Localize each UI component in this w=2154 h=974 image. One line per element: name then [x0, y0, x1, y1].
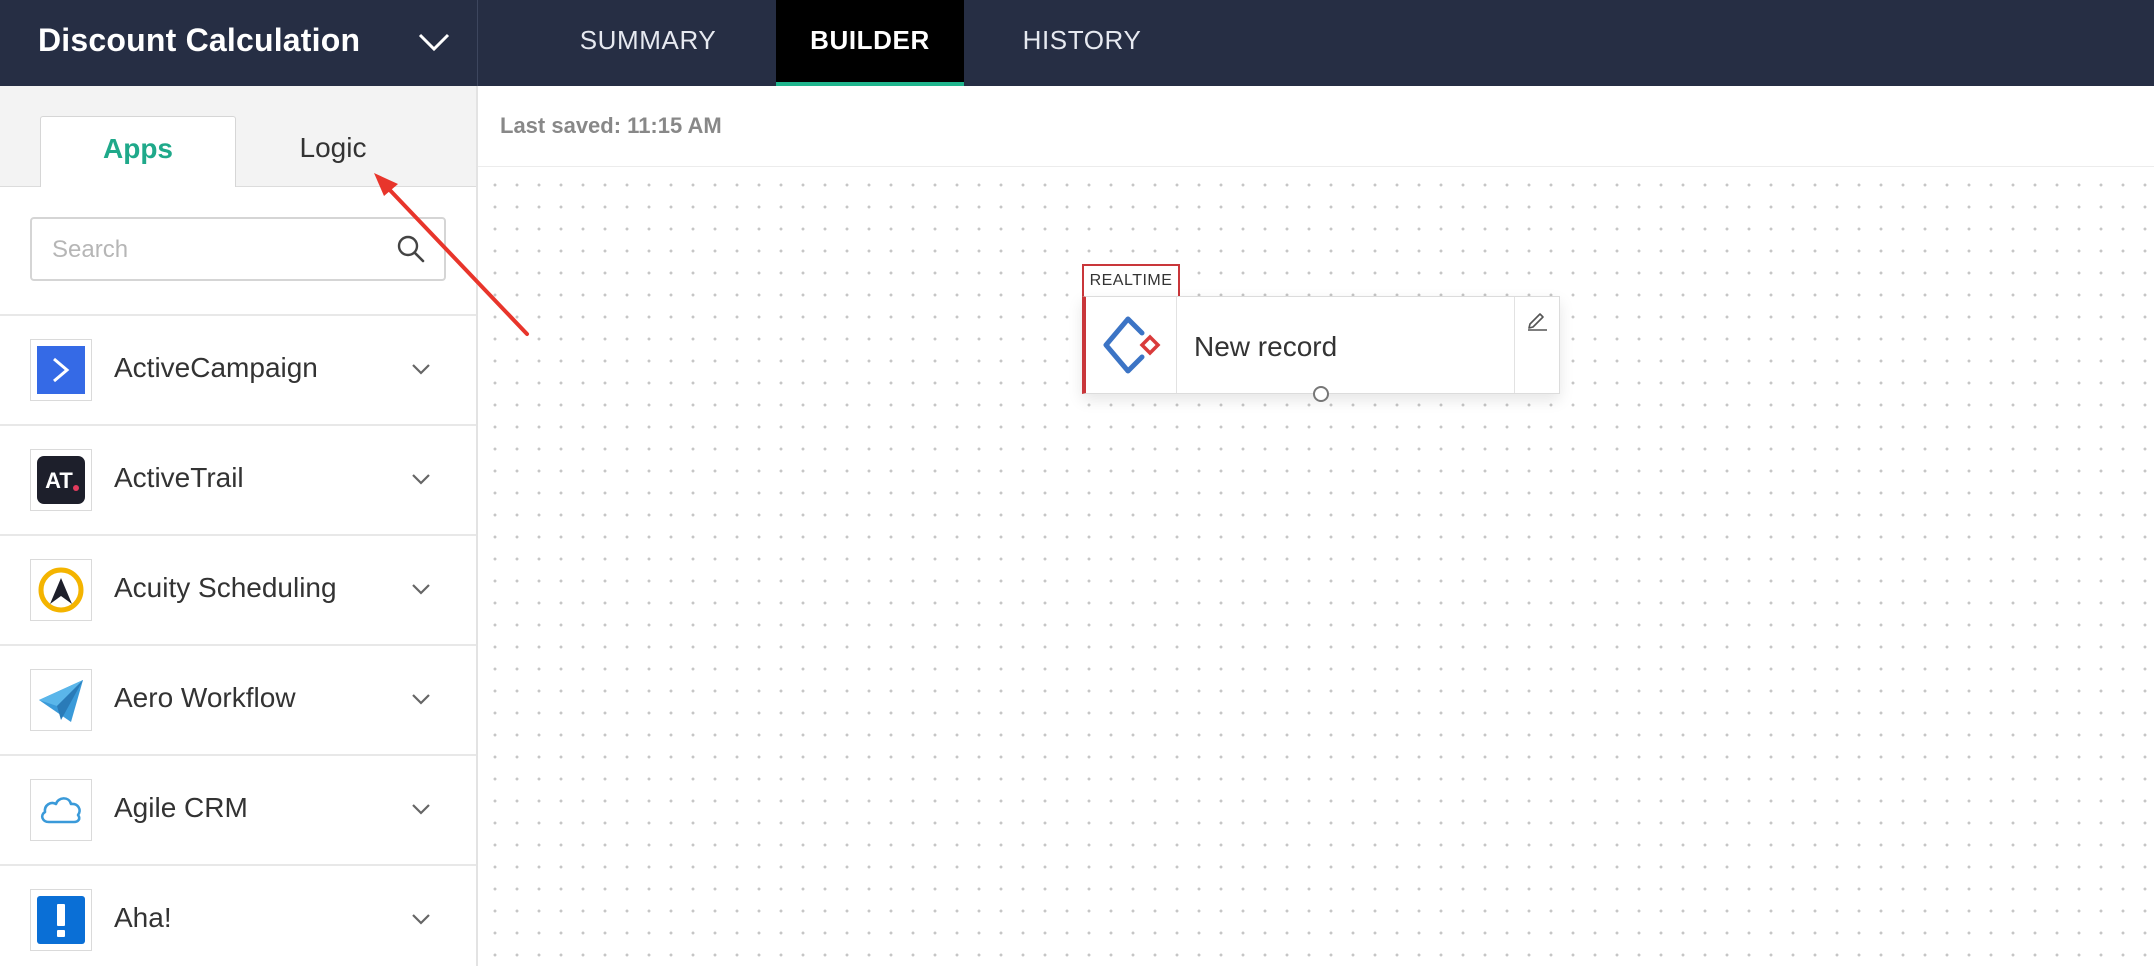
- search-field[interactable]: [30, 217, 446, 281]
- flow-title-selector[interactable]: Discount Calculation: [0, 0, 478, 86]
- acuity-scheduling-icon: [38, 567, 84, 613]
- app-name: Aha!: [114, 902, 172, 933]
- list-item-aero-workflow[interactable]: Aero Workflow: [0, 644, 476, 754]
- activetrail-icon: AT: [37, 456, 85, 504]
- tab-apps[interactable]: Apps: [40, 116, 236, 187]
- list-item-activetrail[interactable]: AT ActiveTrail: [0, 424, 476, 534]
- chevron-down-icon[interactable]: [410, 582, 432, 596]
- zoho-creator-icon: [1103, 316, 1161, 374]
- chevron-down-icon[interactable]: [410, 362, 432, 376]
- activecampaign-icon: [37, 346, 85, 394]
- chevron-down-icon[interactable]: [410, 912, 432, 926]
- search-input[interactable]: [50, 229, 384, 271]
- chevron-down-icon[interactable]: [416, 26, 452, 56]
- cloud-icon: [40, 797, 81, 824]
- dot-grid: [478, 168, 2154, 966]
- app-name: ActiveTrail: [114, 462, 244, 493]
- app-list: ActiveCampaign AT ActiveTrail Acuity Sch…: [0, 314, 476, 974]
- acuity-scheduling-logo: [30, 559, 92, 621]
- svg-text:AT: AT: [45, 468, 73, 493]
- app-name: ActiveCampaign: [114, 352, 318, 383]
- save-status-bar: Last saved: 11:15 AM: [478, 86, 2154, 167]
- builder-canvas[interactable]: Last saved: 11:15 AM REALTIME New record: [478, 86, 2154, 966]
- tab-summary[interactable]: SUMMARY: [560, 0, 736, 86]
- list-item-agile-crm[interactable]: Agile CRM: [0, 754, 476, 864]
- activecampaign-logo: [30, 339, 92, 401]
- realtime-badge: REALTIME: [1082, 264, 1180, 296]
- node-label: New record: [1194, 331, 1338, 362]
- agile-crm-logo: [30, 779, 92, 841]
- chevron-down-icon[interactable]: [410, 472, 432, 486]
- tab-logic[interactable]: Logic: [240, 116, 426, 187]
- last-saved-text: Last saved: 11:15 AM: [500, 113, 722, 138]
- app-name: Acuity Scheduling: [114, 572, 337, 603]
- trigger-node[interactable]: New record: [1082, 296, 1560, 394]
- apps-sidebar: Apps Logic ActiveCampaign: [0, 86, 478, 974]
- flow-title: Discount Calculation: [38, 22, 361, 58]
- edit-node-button[interactable]: [1514, 297, 1559, 393]
- list-item-aha[interactable]: Aha!: [0, 864, 476, 974]
- pencil-icon[interactable]: [1525, 307, 1549, 331]
- tab-builder[interactable]: BUILDER: [776, 0, 964, 86]
- top-navigation-bar: Discount Calculation SUMMARY BUILDER HIS…: [0, 0, 2154, 86]
- search-icon[interactable]: [396, 234, 426, 264]
- node-icon-cell: [1086, 297, 1177, 393]
- activetrail-logo: AT: [30, 449, 92, 511]
- paper-plane-icon: [39, 680, 83, 722]
- tab-history[interactable]: HISTORY: [1004, 0, 1160, 86]
- chevron-down-icon[interactable]: [410, 802, 432, 816]
- sidebar-tabs: Apps Logic: [0, 86, 476, 187]
- aero-workflow-logo: [30, 669, 92, 731]
- exclamation-icon: [37, 896, 85, 944]
- app-name: Aero Workflow: [114, 682, 296, 713]
- list-item-activecampaign[interactable]: ActiveCampaign: [0, 314, 476, 424]
- node-connector-port[interactable]: [1313, 386, 1329, 402]
- app-name: Agile CRM: [114, 792, 248, 823]
- chevron-down-icon[interactable]: [410, 692, 432, 706]
- list-item-acuity-scheduling[interactable]: Acuity Scheduling: [0, 534, 476, 644]
- aha-logo: [30, 889, 92, 951]
